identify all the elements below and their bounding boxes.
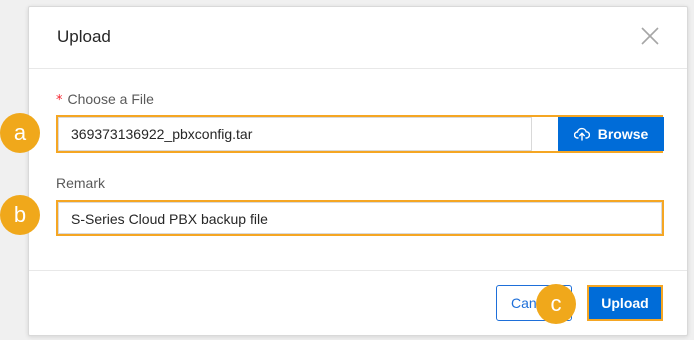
remark-input[interactable]: S-Series Cloud PBX backup file	[58, 202, 662, 234]
file-field-label: * Choose a File	[56, 91, 154, 108]
footer-divider	[29, 270, 687, 271]
annotation-badge-a: a	[0, 113, 40, 153]
close-icon[interactable]	[639, 25, 661, 47]
file-row: 369373136922_pbxconfig.tar Browse	[56, 115, 664, 153]
required-mark: *	[56, 93, 63, 108]
file-label-text: Choose a File	[67, 91, 154, 107]
upload-button[interactable]: Upload	[587, 285, 663, 321]
browse-button[interactable]: Browse	[558, 117, 664, 151]
browse-label: Browse	[597, 126, 649, 142]
annotation-badge-b: b	[0, 195, 40, 235]
remark-label: Remark	[56, 175, 106, 191]
upload-dialog: Upload * Choose a File 369373136922_pbxco…	[28, 6, 688, 336]
remark-row: S-Series Cloud PBX backup file	[56, 200, 664, 236]
dialog-header: Upload	[29, 7, 687, 69]
annotation-badge-c: c	[536, 284, 576, 324]
file-path-input[interactable]: 369373136922_pbxconfig.tar	[58, 117, 532, 151]
dialog-title: Upload	[57, 27, 111, 46]
cloud-upload-icon	[573, 127, 590, 141]
